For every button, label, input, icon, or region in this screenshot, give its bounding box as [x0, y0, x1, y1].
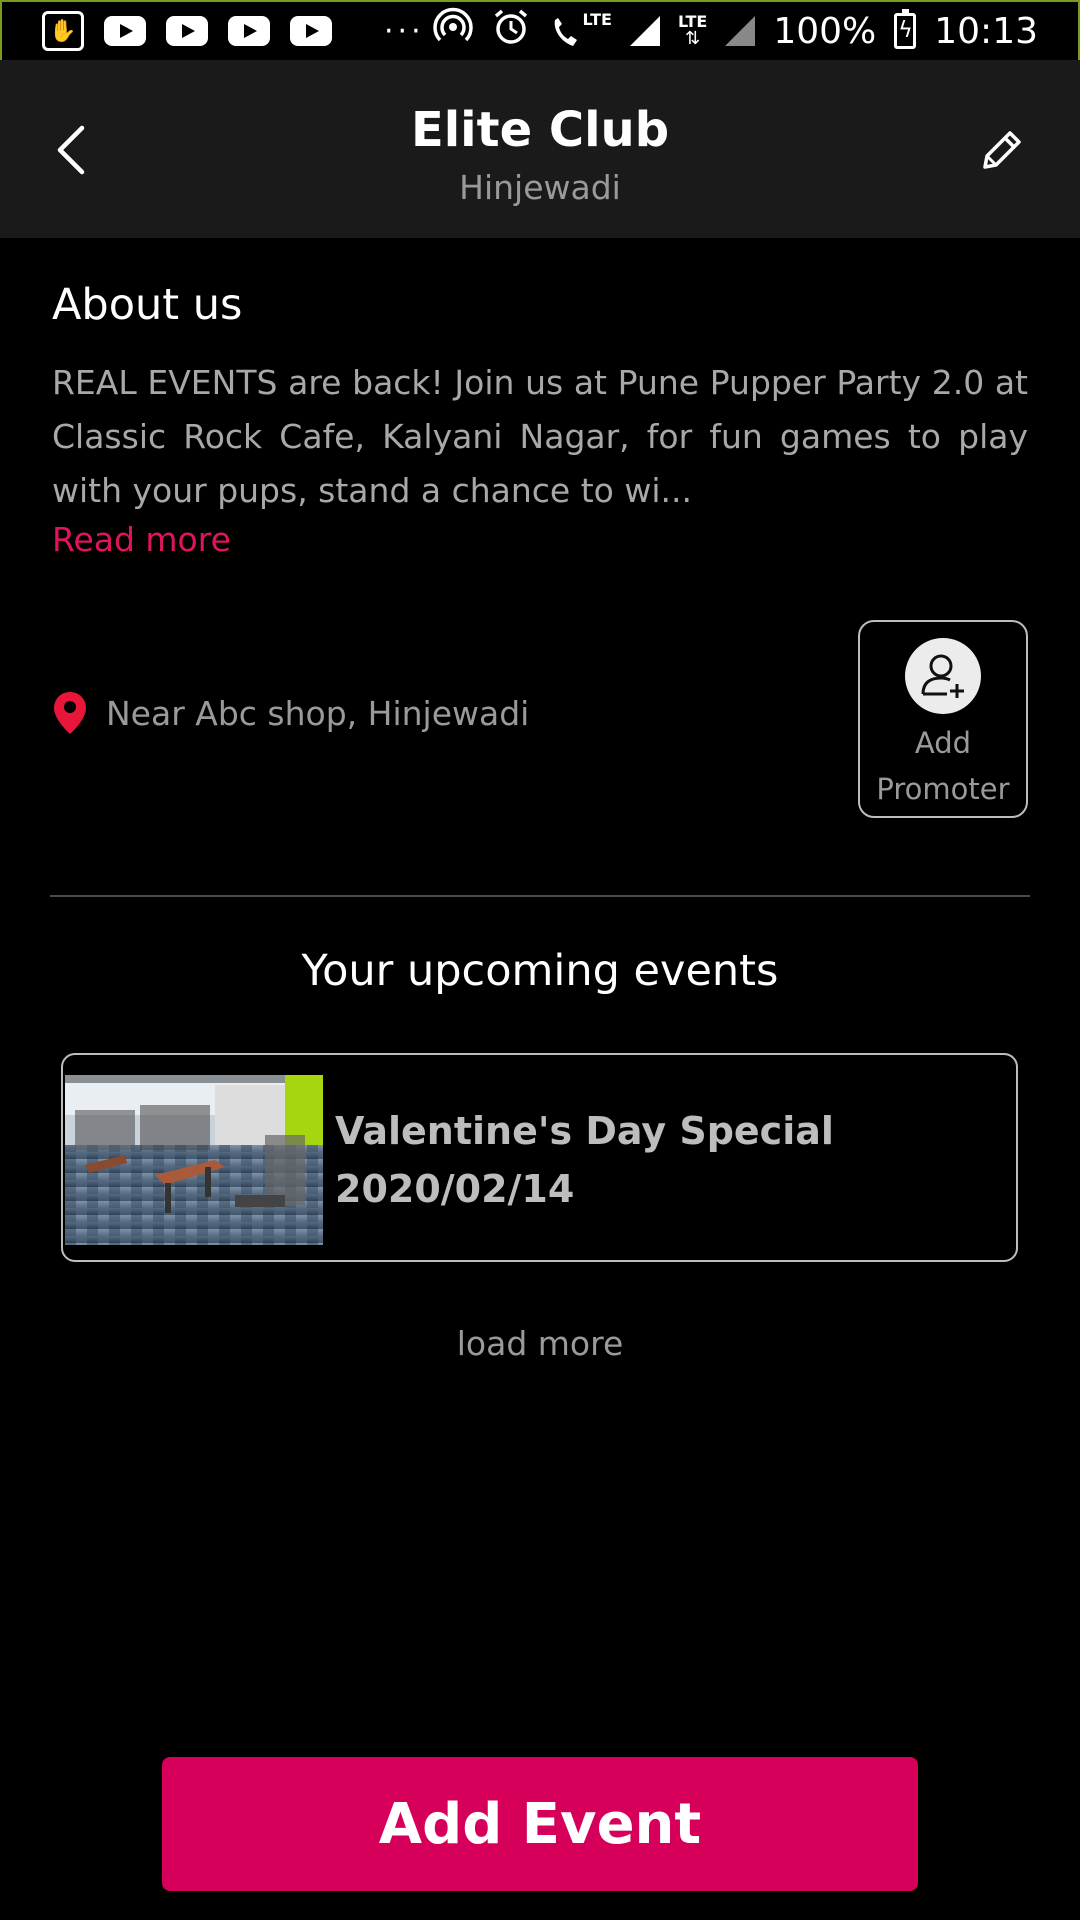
event-thumbnail-image: [65, 1075, 323, 1245]
load-more-link[interactable]: load more: [0, 1324, 1080, 1363]
app-header: Elite Club Hinjewadi: [0, 60, 1080, 238]
add-promoter-label: Add Promoter: [876, 720, 1009, 812]
signal-weak-icon: [725, 16, 756, 46]
add-promoter-button[interactable]: Add Promoter: [858, 620, 1028, 818]
volte-call-icon: LTE: [549, 12, 612, 50]
upcoming-events-title: Your upcoming events: [301, 946, 779, 996]
location-text: Near Abc shop, Hinjewadi: [106, 693, 530, 733]
map-pin-icon: [54, 692, 86, 734]
edit-button[interactable]: [974, 122, 1030, 178]
add-promoter-label-line2: Promoter: [876, 772, 1010, 806]
location-row: Near Abc shop, Hinjewadi: [52, 690, 529, 736]
hand-touch-icon: ✋: [42, 11, 84, 51]
lte-data-icon: LTE ⇅: [677, 12, 708, 49]
add-user-icon: [905, 638, 981, 714]
about-description: REAL EVENTS are back! Join us at Pune Pu…: [52, 363, 1028, 510]
add-event-button[interactable]: Add Event: [162, 1757, 918, 1891]
page-subtitle: Hinjewadi: [459, 168, 621, 207]
pencil-icon: [983, 131, 1021, 169]
event-name: Valentine's Day Special: [335, 1109, 834, 1153]
event-date: 2020/02/14: [335, 1167, 575, 1211]
youtube-icon: [166, 16, 208, 46]
more-notifications-icon: ···: [384, 13, 425, 49]
alarm-clock-icon: [491, 7, 531, 55]
status-bar: ✋ ··· LTE LTE ⇅ 100% ϟ 10:13: [0, 0, 1080, 60]
screen: ✋ ··· LTE LTE ⇅ 100% ϟ 10:13 Elite Club …: [0, 0, 1080, 1920]
status-bar-system: LTE LTE ⇅ 100% ϟ 10:13: [432, 7, 1038, 55]
status-bar-notifications: ✋ ···: [42, 11, 425, 51]
signal-icon: [629, 16, 660, 46]
page-title: Elite Club: [410, 102, 670, 158]
add-promoter-label-line1: Add: [914, 726, 972, 760]
status-time: 10:13: [934, 10, 1038, 52]
about-heading: About us: [52, 280, 243, 330]
youtube-icon: [104, 16, 146, 46]
hotspot-icon: [432, 7, 473, 55]
lte-label: LTE: [582, 10, 612, 29]
event-card[interactable]: Valentine's Day Special 2020/02/14: [61, 1053, 1018, 1262]
section-divider: [50, 895, 1030, 897]
battery-percent: 100%: [773, 10, 877, 52]
youtube-icon: [228, 16, 270, 46]
youtube-icon: [290, 16, 332, 46]
battery-charging-icon: ϟ: [894, 9, 917, 49]
read-more-link[interactable]: Read more: [52, 520, 231, 559]
